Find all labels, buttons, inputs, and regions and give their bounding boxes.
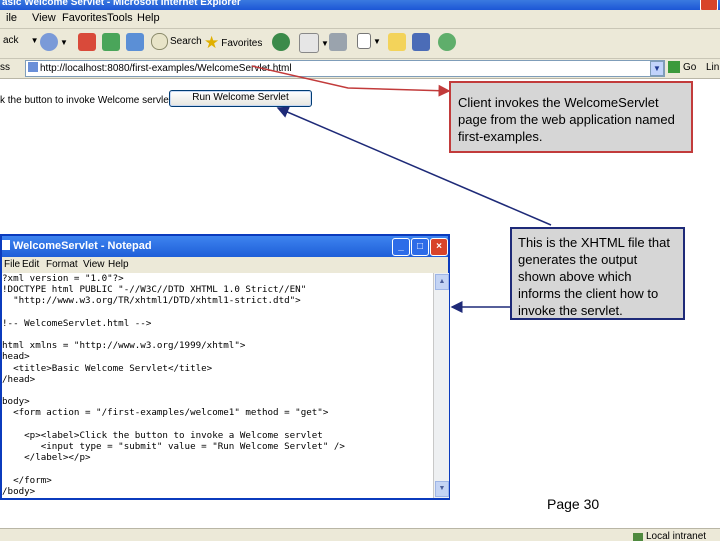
minimize-button[interactable]: _	[392, 238, 410, 256]
code-line: body>	[2, 396, 30, 408]
code-line: html xmlns = "http://www.w3.org/1999/xht…	[2, 340, 246, 352]
notepad-menu-file[interactable]: File	[4, 259, 20, 270]
code-line: </form>	[2, 474, 52, 486]
xhtml-callout: This is the XHTML file that generates th…	[510, 227, 685, 320]
code-line: <title>Basic Welcome Servlet</title>	[2, 362, 213, 374]
code-line: ?xml version = "1.0"?>	[2, 273, 124, 284]
code-line: !-- WelcomeServlet.html -->	[2, 317, 152, 329]
notepad-menu-view[interactable]: View	[83, 259, 105, 270]
code-line: </label></p>	[2, 452, 91, 464]
intranet-icon	[633, 532, 643, 541]
maximize-button[interactable]: □	[411, 238, 429, 256]
notepad-menu-help[interactable]: Help	[108, 259, 129, 270]
notepad-title-bar: WelcomeServlet - Notepad _ □ ×	[2, 236, 448, 257]
vertical-scrollbar[interactable]: ▲ ▼	[433, 273, 449, 498]
code-line: /head>	[2, 373, 36, 385]
code-line: "http://www.w3.org/TR/xhtml1/DTD/xhtml1-…	[2, 295, 301, 307]
notepad-menu-format[interactable]: Format	[46, 259, 78, 270]
code-line: <p><label>Click the button to invoke a W…	[2, 429, 323, 441]
client-arrow	[251, 65, 451, 97]
code-line: /body>	[2, 485, 36, 497]
scroll-up-button[interactable]: ▲	[435, 274, 449, 290]
code-line: head>	[2, 351, 30, 363]
client-callout: Client invokes the WelcomeServlet page f…	[449, 81, 693, 153]
close-button[interactable]: ×	[430, 238, 448, 256]
page-number: Page 30	[547, 496, 600, 512]
notepad-title: WelcomeServlet - Notepad	[13, 240, 152, 252]
notepad-text-area[interactable]: ?xml version = "1.0"?> !DOCTYPE html PUBL…	[2, 273, 432, 498]
notepad-menu-edit[interactable]: Edit	[22, 259, 39, 270]
status-bar: Local intranet	[0, 528, 720, 542]
code-line: !DOCTYPE html PUBLIC "-//W3C//DTD XHTML …	[2, 284, 307, 296]
scroll-down-button[interactable]: ▼	[435, 481, 449, 497]
notepad-window: WelcomeServlet - Notepad _ □ × File Edit…	[0, 234, 450, 500]
code-line: <input type = "submit" value = "Run Welc…	[2, 441, 345, 453]
notepad-icon	[2, 240, 10, 250]
notepad-menu-bar: File Edit Format View Help	[2, 257, 448, 273]
security-zone: Local intranet	[633, 531, 706, 542]
code-line: /html>	[2, 497, 432, 498]
code-line: <form action = "/first-examples/welcome1…	[2, 407, 329, 419]
zone-label: Local intranet	[646, 531, 707, 542]
